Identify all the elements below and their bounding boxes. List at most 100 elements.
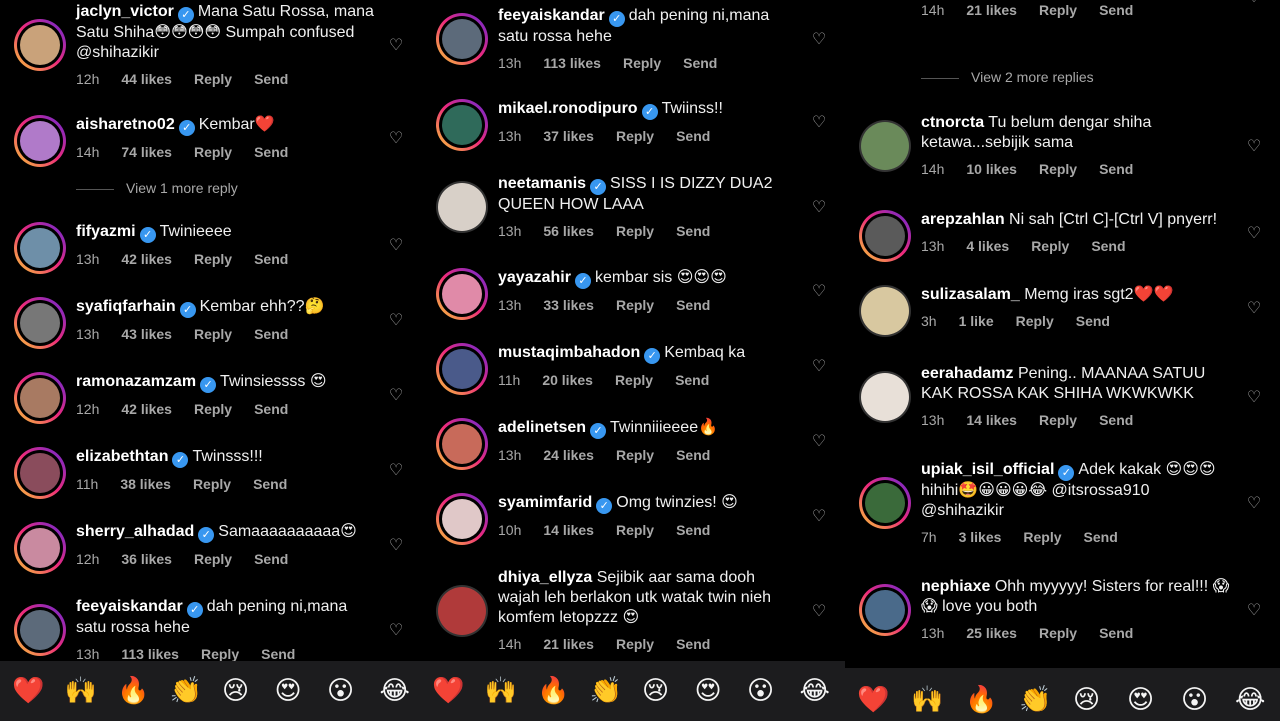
username-link[interactable]: adelinetsen — [498, 419, 586, 436]
like-heart-icon[interactable]: ♡ — [1246, 301, 1262, 317]
likes-count[interactable]: 25 likes — [966, 625, 1017, 641]
send-button[interactable]: Send — [1084, 529, 1118, 545]
emoji-reaction-button[interactable]: 😍 — [275, 676, 302, 706]
username-link[interactable]: feeyaiskandar — [498, 7, 605, 24]
avatar[interactable] — [436, 181, 488, 233]
reply-button[interactable]: Reply — [194, 551, 232, 567]
likes-count[interactable]: 3 likes — [959, 529, 1002, 545]
username-link[interactable]: sherry_alhadad — [76, 523, 194, 540]
avatar[interactable] — [14, 604, 66, 656]
username-link[interactable]: yayazahir — [498, 269, 571, 286]
username-link[interactable]: mustaqimbahadon — [498, 344, 640, 361]
likes-count[interactable]: 44 likes — [121, 71, 172, 87]
likes-count[interactable]: 42 likes — [121, 251, 172, 267]
send-button[interactable]: Send — [676, 128, 710, 144]
emoji-reaction-button[interactable]: 😮 — [327, 676, 354, 706]
like-heart-icon[interactable]: ♡ — [811, 32, 827, 48]
send-button[interactable]: Send — [676, 522, 710, 538]
likes-count[interactable]: 113 likes — [543, 55, 601, 71]
reply-button[interactable]: Reply — [194, 401, 232, 417]
send-button[interactable]: Send — [1099, 625, 1133, 641]
likes-count[interactable]: 37 likes — [543, 128, 594, 144]
like-heart-icon[interactable]: ♡ — [388, 238, 404, 254]
like-heart-icon[interactable]: ♡ — [388, 463, 404, 479]
username-link[interactable]: ramonazamzam — [76, 373, 196, 390]
emoji-reaction-button[interactable]: 🙌 — [911, 685, 943, 715]
send-button[interactable]: Send — [254, 71, 288, 87]
username-link[interactable]: dhiya_ellyza — [498, 569, 592, 586]
like-heart-icon[interactable]: ♡ — [811, 509, 827, 525]
avatar[interactable] — [859, 285, 911, 337]
avatar[interactable] — [436, 99, 488, 151]
send-button[interactable]: Send — [254, 144, 288, 160]
emoji-reaction-button[interactable]: 😢 — [1073, 685, 1100, 715]
reply-button[interactable]: Reply — [193, 476, 231, 492]
reply-button[interactable]: Reply — [194, 251, 232, 267]
send-button[interactable]: Send — [683, 55, 717, 71]
reply-button[interactable]: Reply — [616, 128, 654, 144]
reply-button[interactable]: Reply — [616, 636, 654, 652]
avatar[interactable] — [436, 343, 488, 395]
username-link[interactable]: elizabethtan — [76, 448, 168, 465]
send-button[interactable]: Send — [675, 372, 709, 388]
reply-button[interactable]: Reply — [194, 71, 232, 87]
reply-button[interactable]: Reply — [194, 144, 232, 160]
likes-count[interactable]: 10 likes — [966, 161, 1017, 177]
username-link[interactable]: ctnorcta — [921, 114, 984, 131]
reply-button[interactable]: Reply — [201, 646, 239, 662]
emoji-reaction-button[interactable]: 🔥 — [117, 676, 149, 706]
emoji-reaction-button[interactable]: 😢 — [642, 676, 669, 706]
like-heart-icon[interactable]: ♡ — [811, 284, 827, 300]
like-heart-icon[interactable]: ♡ — [388, 38, 404, 54]
send-button[interactable]: Send — [1099, 161, 1133, 177]
reply-button[interactable]: Reply — [616, 223, 654, 239]
likes-count[interactable]: 14 likes — [966, 412, 1017, 428]
like-heart-icon[interactable]: ♡ — [811, 604, 827, 620]
send-button[interactable]: Send — [676, 447, 710, 463]
send-button[interactable]: Send — [261, 646, 295, 662]
likes-count[interactable]: 42 likes — [121, 401, 172, 417]
reply-button[interactable]: Reply — [615, 372, 653, 388]
emoji-reaction-button[interactable]: 😂 — [380, 676, 410, 706]
send-button[interactable]: Send — [1099, 412, 1133, 428]
send-button[interactable]: Send — [254, 551, 288, 567]
like-heart-icon[interactable]: ♡ — [1246, 496, 1262, 512]
avatar[interactable] — [436, 13, 488, 65]
like-heart-icon[interactable]: ♡ — [388, 623, 404, 639]
send-button[interactable]: Send — [1099, 2, 1133, 18]
send-button[interactable]: Send — [676, 223, 710, 239]
view-more-replies-link[interactable]: View 1 more reply — [76, 180, 238, 196]
avatar[interactable] — [14, 447, 66, 499]
likes-count[interactable]: 24 likes — [543, 447, 594, 463]
likes-count[interactable]: 4 likes — [966, 238, 1009, 254]
like-heart-icon[interactable]: ♡ — [811, 434, 827, 450]
send-button[interactable]: Send — [1091, 238, 1125, 254]
avatar[interactable] — [859, 120, 911, 172]
send-button[interactable]: Send — [254, 401, 288, 417]
emoji-reaction-button[interactable]: 🔥 — [965, 685, 997, 715]
reply-button[interactable]: Reply — [616, 297, 654, 313]
send-button[interactable]: Send — [676, 636, 710, 652]
avatar[interactable] — [859, 477, 911, 529]
reply-button[interactable]: Reply — [1039, 2, 1077, 18]
likes-count[interactable]: 56 likes — [543, 223, 594, 239]
username-link[interactable]: eerahadamz — [921, 365, 1014, 382]
reply-button[interactable]: Reply — [616, 447, 654, 463]
likes-count[interactable]: 21 likes — [966, 2, 1017, 18]
like-heart-icon[interactable]: ♡ — [811, 359, 827, 375]
likes-count[interactable]: 20 likes — [542, 372, 593, 388]
avatar[interactable] — [436, 493, 488, 545]
emoji-reaction-button[interactable]: 🙌 — [65, 676, 97, 706]
like-heart-icon[interactable]: ♡ — [1246, 603, 1262, 619]
username-link[interactable]: neetamanis — [498, 175, 586, 192]
avatar[interactable] — [14, 522, 66, 574]
like-heart-icon[interactable]: ♡ — [388, 538, 404, 554]
username-link[interactable]: syamimfarid — [498, 494, 592, 511]
username-link[interactable]: jaclyn_victor — [76, 3, 174, 20]
emoji-reaction-button[interactable]: 🙌 — [485, 676, 517, 706]
view-more-replies-link[interactable]: View 2 more replies — [921, 69, 1094, 85]
likes-count[interactable]: 33 likes — [543, 297, 594, 313]
avatar[interactable] — [14, 115, 66, 167]
emoji-reaction-button[interactable]: 😍 — [1127, 685, 1154, 715]
avatar[interactable] — [14, 372, 66, 424]
